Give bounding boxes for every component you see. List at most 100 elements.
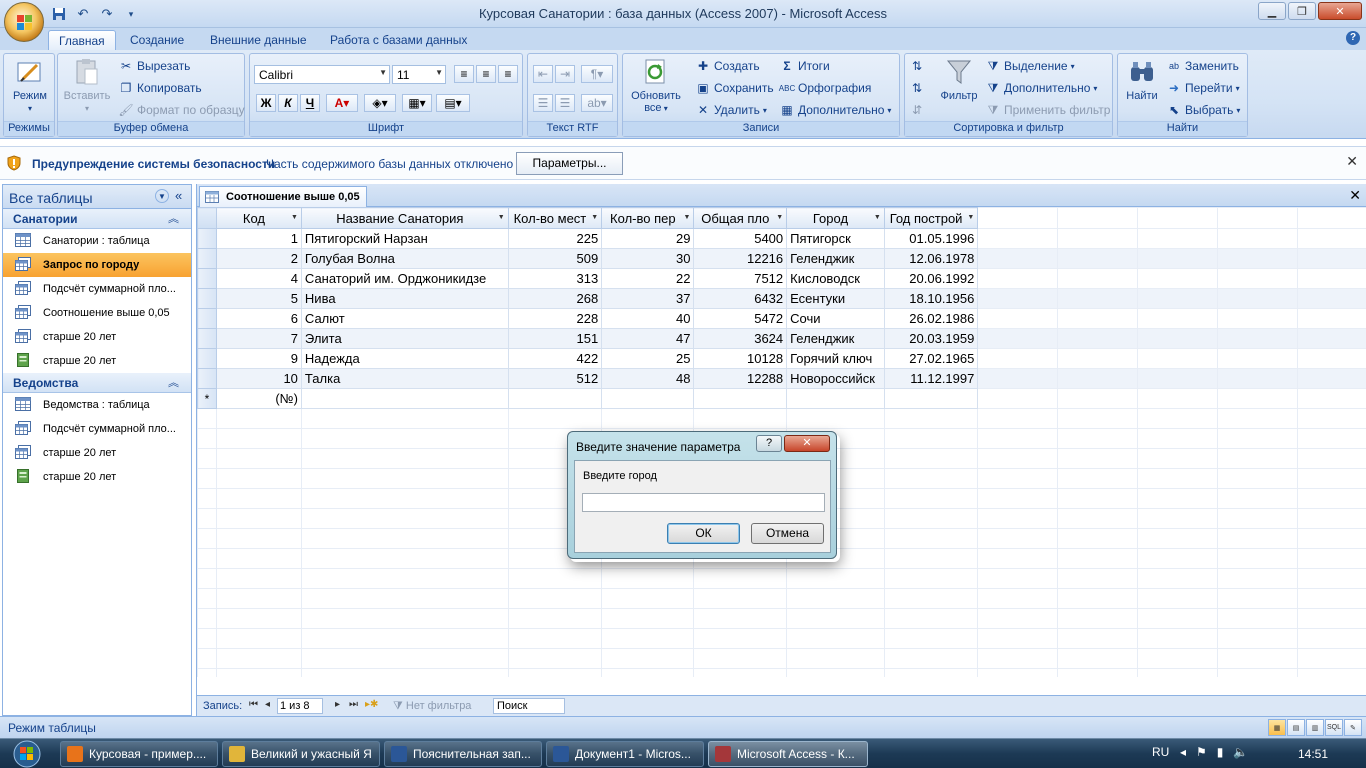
- column-header[interactable]: Кол-во пер ▼: [601, 207, 695, 229]
- table-cell[interactable]: 2: [216, 248, 302, 269]
- goto-button[interactable]: ➜ Перейти ▾: [1166, 79, 1240, 97]
- sort-desc-button[interactable]: ⇅: [909, 79, 925, 97]
- table-cell[interactable]: 11.12.1997: [883, 368, 979, 389]
- gridlines-icon[interactable]: ▦▾: [402, 94, 432, 112]
- table-cell[interactable]: Новороссийск: [786, 368, 885, 389]
- table-cell[interactable]: 26.02.1986: [883, 308, 979, 329]
- record-position-input[interactable]: 1 из 8: [277, 698, 323, 714]
- table-cell[interactable]: [883, 388, 979, 409]
- replace-button[interactable]: ab Заменить: [1166, 57, 1239, 75]
- column-header[interactable]: Год построй ▼: [883, 207, 979, 229]
- table-cell[interactable]: Санаторий им. Орджоникидзе: [300, 268, 509, 289]
- table-cell[interactable]: [601, 388, 695, 409]
- nav-item[interactable]: Ведомства : таблица: [3, 393, 191, 417]
- table-cell[interactable]: Геленджик: [786, 248, 885, 269]
- alt-fill-icon[interactable]: ▤▾: [436, 94, 470, 112]
- table-cell[interactable]: 20.06.1992: [883, 268, 979, 289]
- table-row[interactable]: 6 Салют 228 40 5472 Сочи 26.02.1986: [197, 308, 1366, 329]
- apply-filter-button[interactable]: ⧩ Применить фильтр: [985, 101, 1111, 119]
- document-tab[interactable]: Соотношение выше 0,05: [199, 186, 367, 207]
- paste-button[interactable]: Вставить ▾: [62, 56, 112, 114]
- sort-asc-button[interactable]: ⇅: [909, 57, 925, 75]
- clear-sort-button[interactable]: ⇵: [909, 101, 925, 119]
- table-row[interactable]: 9 Надежда 422 25 10128 Горячий ключ 27.02.1965: [197, 348, 1366, 369]
- chevron-down-icon[interactable]: ▼: [684, 214, 691, 221]
- table-cell[interactable]: 6432: [693, 288, 788, 309]
- delete-record-button[interactable]: ✕ Удалить ▾: [695, 101, 767, 119]
- nav-item[interactable]: старше 20 лет: [3, 441, 191, 465]
- table-cell[interactable]: Надежда: [300, 348, 509, 369]
- chevron-down-icon[interactable]: ▼: [874, 214, 881, 221]
- table-cell[interactable]: Нива: [300, 288, 509, 309]
- filter-button[interactable]: Фильтр: [935, 56, 983, 102]
- table-row[interactable]: 10 Талка 512 48 12288 Новороссийск 11.12.1997: [197, 368, 1366, 389]
- table-cell[interactable]: Кисловодск: [786, 268, 885, 289]
- nav-item[interactable]: Запрос по городу: [3, 253, 191, 277]
- previous-record-icon[interactable]: ◂: [265, 699, 270, 710]
- select-all-corner[interactable]: [197, 207, 217, 229]
- table-cell[interactable]: 6: [216, 308, 302, 329]
- table-cell[interactable]: [693, 388, 788, 409]
- table-cell[interactable]: 48: [601, 368, 695, 389]
- table-cell[interactable]: [507, 388, 603, 409]
- row-selector[interactable]: [197, 268, 217, 289]
- table-cell[interactable]: 3624: [693, 328, 788, 349]
- nav-item[interactable]: Соотношение выше 0,05: [3, 301, 191, 325]
- table-cell[interactable]: 30: [601, 248, 695, 269]
- table-cell[interactable]: Голубая Волна: [300, 248, 509, 269]
- table-cell[interactable]: 313: [507, 268, 603, 289]
- tab-home[interactable]: Главная: [48, 30, 116, 50]
- column-header[interactable]: Код ▼: [216, 207, 302, 229]
- collapse-group-icon[interactable]: ︽: [168, 374, 179, 390]
- row-selector[interactable]: [197, 228, 217, 249]
- table-cell[interactable]: 18.10.1956: [883, 288, 979, 309]
- table-row[interactable]: 7 Элита 151 47 3624 Геленджик 20.03.1959: [197, 328, 1366, 349]
- datasheet-view-icon[interactable]: ▦: [1268, 719, 1286, 736]
- table-cell[interactable]: 5472: [693, 308, 788, 329]
- select-button[interactable]: ⬉ Выбрать ▾: [1166, 101, 1240, 119]
- table-cell[interactable]: Салют: [300, 308, 509, 329]
- new-record-marker[interactable]: *: [197, 388, 217, 409]
- table-cell[interactable]: 37: [601, 288, 695, 309]
- column-header[interactable]: Город ▼: [786, 207, 885, 229]
- taskbar-item[interactable]: Пояснительная зап...: [384, 741, 542, 767]
- taskbar-item[interactable]: Документ1 - Micros...: [546, 741, 704, 767]
- network-icon[interactable]: ▮: [1217, 745, 1224, 759]
- align-center-icon[interactable]: ≡: [476, 65, 496, 83]
- table-cell[interactable]: 7512: [693, 268, 788, 289]
- design-view-icon[interactable]: ✎: [1344, 719, 1362, 736]
- cut-button[interactable]: ✂ Вырезать: [118, 57, 190, 75]
- ok-button[interactable]: ОК: [667, 523, 740, 544]
- table-cell[interactable]: Пятигорский Нарзан: [300, 228, 509, 249]
- minimize-button[interactable]: ▁: [1258, 2, 1286, 20]
- decrease-indent-icon[interactable]: ⇤: [533, 65, 553, 83]
- table-row[interactable]: 1 Пятигорский Нарзан 225 29 5400 Пятигорск 01.…: [197, 228, 1366, 249]
- chevron-down-icon[interactable]: ▼: [776, 214, 783, 221]
- chevron-down-icon[interactable]: ▼: [967, 214, 974, 221]
- table-cell[interactable]: 12288: [693, 368, 788, 389]
- chevron-down-icon[interactable]: ▼: [155, 189, 169, 203]
- table-cell[interactable]: 268: [507, 288, 603, 309]
- bullet-list-icon[interactable]: ☰: [555, 94, 575, 112]
- chevron-down-icon[interactable]: ▼: [591, 214, 598, 221]
- table-cell[interactable]: [786, 388, 885, 409]
- tab-create[interactable]: Создание: [120, 30, 194, 50]
- sql-view-icon[interactable]: SQL: [1325, 719, 1343, 736]
- nav-item[interactable]: старше 20 лет: [3, 465, 191, 489]
- row-selector[interactable]: [197, 348, 217, 369]
- numbered-list-icon[interactable]: ☰: [533, 94, 553, 112]
- spelling-button[interactable]: ABC Орфография: [779, 79, 872, 97]
- table-cell[interactable]: 5400: [693, 228, 788, 249]
- font-name-combo[interactable]: Calibri ▼: [254, 65, 390, 84]
- dialog-help-button[interactable]: ?: [756, 435, 782, 452]
- close-icon[interactable]: ✕: [1349, 187, 1361, 204]
- table-cell[interactable]: 422: [507, 348, 603, 369]
- selection-button[interactable]: ⧩ Выделение ▾: [985, 57, 1075, 75]
- table-cell[interactable]: Есентуки: [786, 288, 885, 309]
- show-hidden-icons-icon[interactable]: ◂: [1180, 745, 1186, 759]
- nav-item[interactable]: Подсчёт суммарной пло...: [3, 417, 191, 441]
- table-cell[interactable]: Пятигорск: [786, 228, 885, 249]
- font-color-icon[interactable]: A▾: [326, 94, 358, 112]
- table-row[interactable]: 4 Санаторий им. Орджоникидзе 313 22 7512 Кисл…: [197, 268, 1366, 289]
- no-filter-indicator[interactable]: ⧩ Нет фильтра: [393, 700, 471, 713]
